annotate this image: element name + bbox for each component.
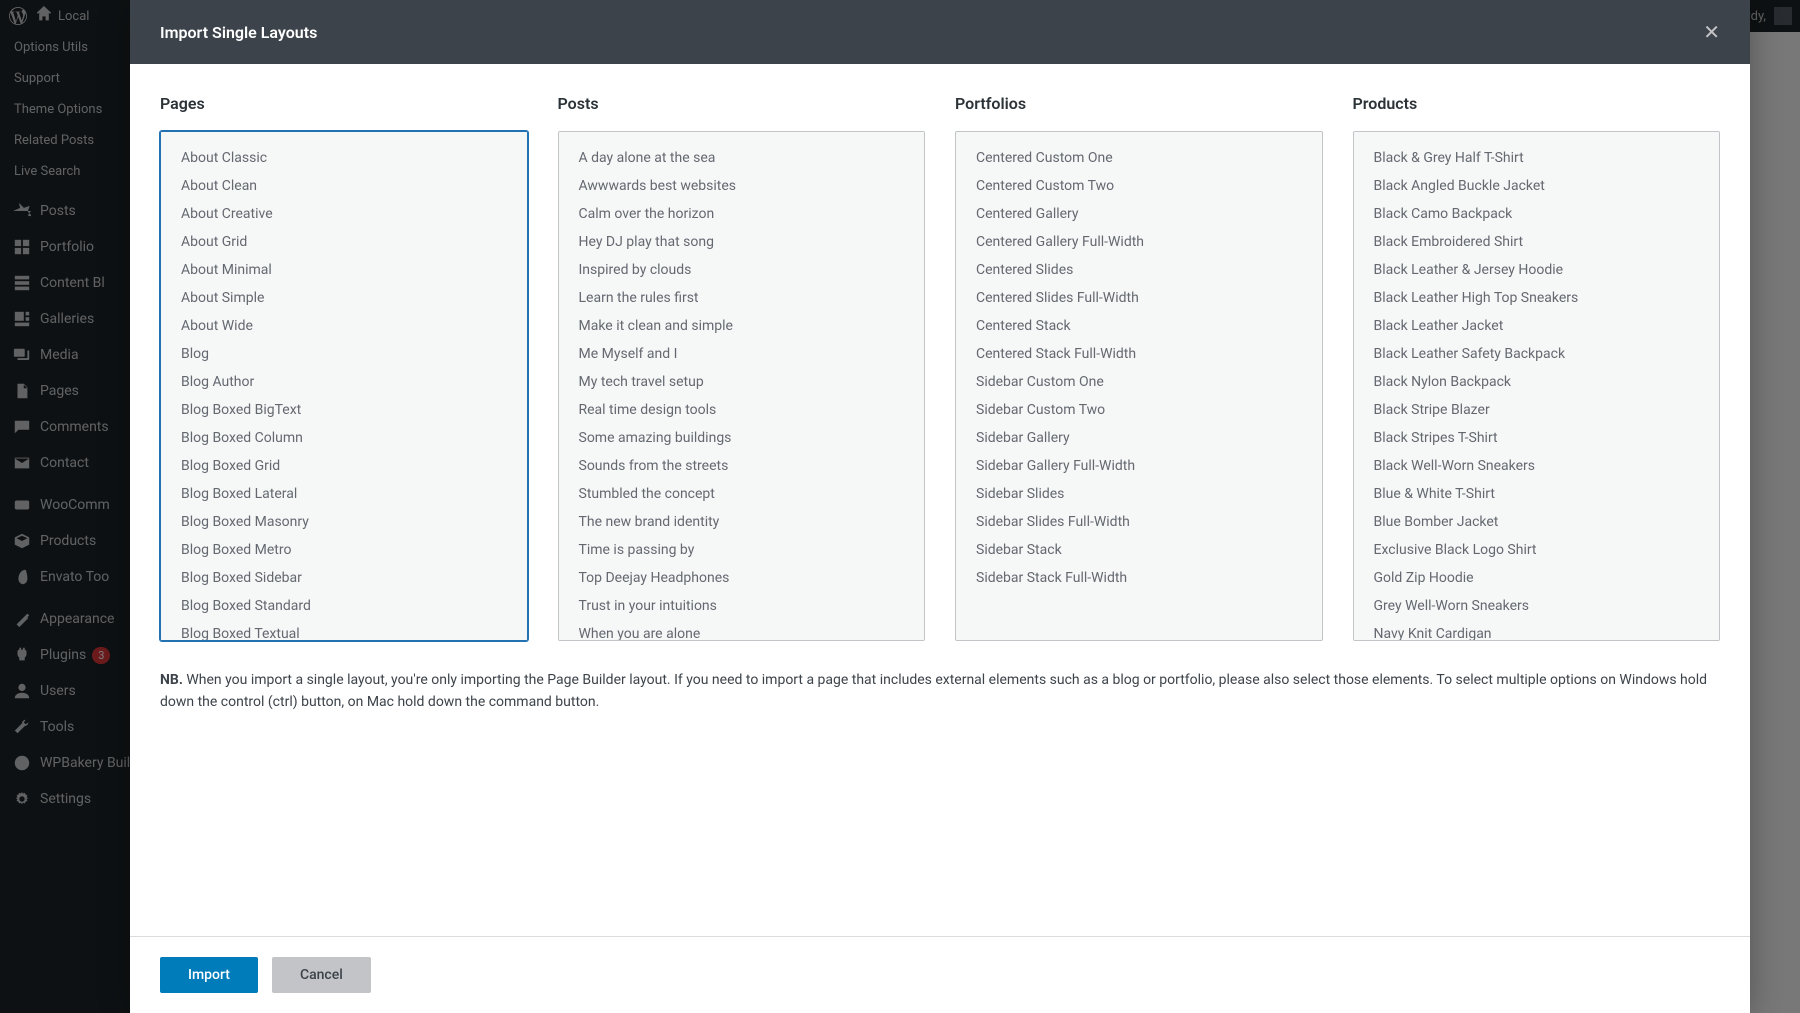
modal-title: Import Single Layouts	[160, 23, 317, 42]
portfolios-listbox[interactable]: Centered Custom OneCentered Custom TwoCe…	[955, 131, 1323, 641]
list-option[interactable]: Blue Bomber Jacket	[1364, 508, 1710, 536]
list-option[interactable]: A day alone at the sea	[569, 144, 915, 172]
list-option[interactable]: Black Stripes T-Shirt	[1364, 424, 1710, 452]
list-option[interactable]: Centered Custom One	[966, 144, 1312, 172]
list-option[interactable]: Make it clean and simple	[569, 312, 915, 340]
products-column: Products Black & Grey Half T-ShirtBlack …	[1353, 94, 1721, 641]
list-option[interactable]: Me Myself and I	[569, 340, 915, 368]
list-option[interactable]: Black Leather Jacket	[1364, 312, 1710, 340]
list-option[interactable]: Centered Slides	[966, 256, 1312, 284]
list-option[interactable]: Sounds from the streets	[569, 452, 915, 480]
products-listbox[interactable]: Black & Grey Half T-ShirtBlack Angled Bu…	[1353, 131, 1721, 641]
list-option[interactable]: About Simple	[171, 284, 517, 312]
list-option[interactable]: Centered Custom Two	[966, 172, 1312, 200]
import-single-layouts-modal: Import Single Layouts ✕ Pages About Clas…	[130, 0, 1750, 1013]
list-option[interactable]: Centered Stack Full-Width	[966, 340, 1312, 368]
note-text: NB. When you import a single layout, you…	[160, 669, 1720, 714]
list-option[interactable]: Black Leather High Top Sneakers	[1364, 284, 1710, 312]
list-option[interactable]: Black Stripe Blazer	[1364, 396, 1710, 424]
list-option[interactable]: When you are alone	[569, 620, 915, 641]
list-option[interactable]: Black Embroidered Shirt	[1364, 228, 1710, 256]
list-option[interactable]: Awwwards best websites	[569, 172, 915, 200]
list-option[interactable]: Centered Stack	[966, 312, 1312, 340]
pages-listbox[interactable]: About ClassicAbout CleanAbout CreativeAb…	[160, 131, 528, 641]
list-option[interactable]: Sidebar Stack Full-Width	[966, 564, 1312, 592]
list-option[interactable]: Navy Knit Cardigan	[1364, 620, 1710, 641]
list-option[interactable]: Black Leather Safety Backpack	[1364, 340, 1710, 368]
list-option[interactable]: Grey Well-Worn Sneakers	[1364, 592, 1710, 620]
cancel-button[interactable]: Cancel	[272, 957, 371, 993]
list-option[interactable]: Centered Slides Full-Width	[966, 284, 1312, 312]
list-option[interactable]: Exclusive Black Logo Shirt	[1364, 536, 1710, 564]
list-option[interactable]: Sidebar Custom Two	[966, 396, 1312, 424]
list-option[interactable]: Blog Boxed Standard	[171, 592, 517, 620]
import-button[interactable]: Import	[160, 957, 258, 993]
list-option[interactable]: About Creative	[171, 200, 517, 228]
list-option[interactable]: Sidebar Gallery Full-Width	[966, 452, 1312, 480]
list-option[interactable]: Blue & White T-Shirt	[1364, 480, 1710, 508]
close-icon[interactable]: ✕	[1703, 20, 1720, 44]
list-option[interactable]: Blog Boxed Grid	[171, 452, 517, 480]
list-option[interactable]: Centered Gallery	[966, 200, 1312, 228]
list-option[interactable]: About Classic	[171, 144, 517, 172]
list-option[interactable]: Hey DJ play that song	[569, 228, 915, 256]
list-option[interactable]: Blog Author	[171, 368, 517, 396]
list-option[interactable]: Real time design tools	[569, 396, 915, 424]
list-option[interactable]: Blog	[171, 340, 517, 368]
list-option[interactable]: Learn the rules first	[569, 284, 915, 312]
list-option[interactable]: About Grid	[171, 228, 517, 256]
list-option[interactable]: Black Angled Buckle Jacket	[1364, 172, 1710, 200]
list-option[interactable]: Inspired by clouds	[569, 256, 915, 284]
list-option[interactable]: Some amazing buildings	[569, 424, 915, 452]
list-option[interactable]: About Minimal	[171, 256, 517, 284]
list-option[interactable]: Sidebar Custom One	[966, 368, 1312, 396]
list-option[interactable]: Sidebar Slides	[966, 480, 1312, 508]
list-option[interactable]: Blog Boxed Textual	[171, 620, 517, 641]
modal-body: Pages About ClassicAbout CleanAbout Crea…	[130, 64, 1750, 936]
list-option[interactable]: Blog Boxed Sidebar	[171, 564, 517, 592]
list-option[interactable]: Blog Boxed BigText	[171, 396, 517, 424]
modal-footer: Import Cancel	[130, 936, 1750, 1013]
list-option[interactable]: The new brand identity	[569, 508, 915, 536]
list-option[interactable]: Black Nylon Backpack	[1364, 368, 1710, 396]
list-option[interactable]: My tech travel setup	[569, 368, 915, 396]
note-label: NB.	[160, 672, 183, 688]
pages-column: Pages About ClassicAbout CleanAbout Crea…	[160, 94, 528, 641]
portfolios-heading: Portfolios	[955, 94, 1323, 113]
list-option[interactable]: About Wide	[171, 312, 517, 340]
modal-header: Import Single Layouts ✕	[130, 0, 1750, 64]
list-option[interactable]: Time is passing by	[569, 536, 915, 564]
posts-listbox[interactable]: A day alone at the seaAwwwards best webs…	[558, 131, 926, 641]
products-heading: Products	[1353, 94, 1721, 113]
list-option[interactable]: Trust in your intuitions	[569, 592, 915, 620]
list-option[interactable]: Sidebar Slides Full-Width	[966, 508, 1312, 536]
posts-column: Posts A day alone at the seaAwwwards bes…	[558, 94, 926, 641]
portfolios-column: Portfolios Centered Custom OneCentered C…	[955, 94, 1323, 641]
list-option[interactable]: Top Deejay Headphones	[569, 564, 915, 592]
list-option[interactable]: Calm over the horizon	[569, 200, 915, 228]
list-option[interactable]: Sidebar Gallery	[966, 424, 1312, 452]
pages-heading: Pages	[160, 94, 528, 113]
list-option[interactable]: Sidebar Stack	[966, 536, 1312, 564]
list-option[interactable]: Blog Boxed Masonry	[171, 508, 517, 536]
list-option[interactable]: Stumbled the concept	[569, 480, 915, 508]
list-option[interactable]: Blog Boxed Metro	[171, 536, 517, 564]
list-option[interactable]: Blog Boxed Lateral	[171, 480, 517, 508]
list-option[interactable]: Black Camo Backpack	[1364, 200, 1710, 228]
list-option[interactable]: Gold Zip Hoodie	[1364, 564, 1710, 592]
list-option[interactable]: Centered Gallery Full-Width	[966, 228, 1312, 256]
list-option[interactable]: Black Well-Worn Sneakers	[1364, 452, 1710, 480]
note-body: When you import a single layout, you're …	[160, 672, 1707, 710]
list-option[interactable]: Black & Grey Half T-Shirt	[1364, 144, 1710, 172]
list-option[interactable]: Black Leather & Jersey Hoodie	[1364, 256, 1710, 284]
list-option[interactable]: Blog Boxed Column	[171, 424, 517, 452]
posts-heading: Posts	[558, 94, 926, 113]
list-option[interactable]: About Clean	[171, 172, 517, 200]
